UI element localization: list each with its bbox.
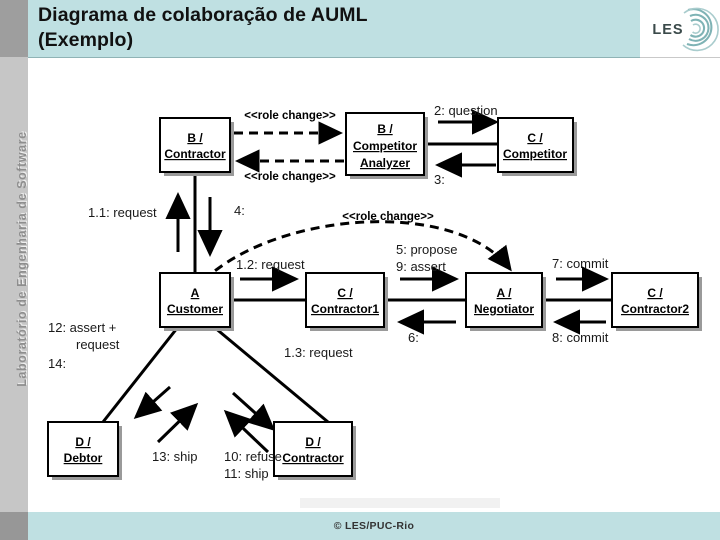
- message-label-2: 2: question: [434, 103, 498, 118]
- node-b-contractor-line1: B /: [187, 131, 203, 145]
- node-b-competitor-line2: Competitor: [353, 139, 417, 153]
- node-c-contractor1[interactable]: C / Contractor1: [305, 272, 388, 331]
- node-c-contractor2-line2: Contractor2: [621, 302, 689, 316]
- les-logo-graphic: LES: [652, 7, 719, 52]
- node-b-contractor-line2: Contractor: [164, 147, 226, 161]
- sidebar-bottom-block: [0, 512, 28, 540]
- node-c-contractor1-line1: C /: [337, 286, 353, 300]
- message-label-10: 8: commit: [552, 330, 609, 345]
- node-b-contractor[interactable]: B / Contractor: [159, 117, 234, 176]
- footer-copyright: © LES/PUC-Rio: [333, 520, 415, 532]
- message-label-11: 11: ship: [224, 466, 269, 481]
- sidebar-top-block: [0, 0, 28, 57]
- message-label-7: 9: assert: [396, 259, 446, 274]
- message-label-14: 14:: [48, 356, 66, 371]
- message-label-1-1: 1.1: request: [88, 205, 157, 220]
- message-label-12b: request: [76, 337, 120, 352]
- node-a-negotiator[interactable]: A / Negotiator: [465, 272, 546, 331]
- node-a-customer[interactable]: A Customer: [159, 272, 234, 331]
- node-b-competitor-analyzer[interactable]: B / Competitor Analyzer: [345, 112, 428, 179]
- les-logo-text: LES: [652, 22, 683, 38]
- node-c-competitor-line1: C /: [527, 131, 543, 145]
- message-label-8: 10: refuse: [224, 449, 282, 464]
- footer-bar: © LES/PUC-Rio: [28, 512, 720, 540]
- node-d-debtor-line1: D /: [75, 435, 91, 449]
- node-c-contractor2[interactable]: C / Contractor2: [611, 272, 702, 331]
- node-c-contractor1-line2: Contractor1: [311, 302, 379, 316]
- message-label-1-3: 1.3: request: [284, 345, 353, 360]
- node-a-negotiator-line1: A /: [497, 286, 513, 300]
- node-d-contractor-line1: D /: [305, 435, 321, 449]
- message-label-6: 6:: [408, 330, 419, 345]
- message-label-13: 13: ship: [152, 449, 198, 464]
- stereotype-role-change-arc: <<role change>>: [342, 211, 434, 223]
- link-acustomer-dcontractor: [213, 325, 329, 424]
- node-d-debtor[interactable]: D / Debtor: [47, 421, 122, 480]
- message-label-4: 4:: [234, 203, 245, 218]
- node-c-competitor-line2: Competitor: [503, 147, 567, 161]
- node-d-debtor-line2: Debtor: [64, 451, 103, 465]
- footer-divider: [300, 498, 500, 508]
- slide-canvas: Laboratório de Engenharia de Software Di…: [0, 0, 720, 540]
- diagram-nodes: B / Contractor B / Competitor Analyzer C…: [47, 112, 702, 480]
- message-label-12a: 12: assert +: [48, 320, 116, 335]
- collaboration-diagram: B / Contractor B / Competitor Analyzer C…: [28, 57, 720, 512]
- page-title-line1: Diagrama de colaboração de AUML: [38, 4, 368, 26]
- arrow-13-ship: [156, 402, 199, 444]
- node-a-negotiator-line2: Negotiator: [474, 302, 534, 316]
- les-logo: LES: [640, 0, 720, 58]
- header-bar: Diagrama de colaboração de AUML (Exemplo…: [28, 0, 640, 58]
- node-d-contractor-line2: Contractor: [282, 451, 344, 465]
- node-a-customer-line2: Customer: [167, 302, 223, 316]
- node-b-competitor-line3: Analyzer: [360, 156, 410, 170]
- node-a-customer-line1: A: [191, 286, 200, 300]
- page-title: Diagrama de colaboração de AUML (Exemplo…: [38, 3, 628, 53]
- arrow-12-14: [133, 385, 171, 419]
- node-c-competitor[interactable]: C / Competitor: [497, 117, 577, 176]
- message-label-1-2: 1.2: request: [236, 257, 305, 272]
- message-label-5: 5: propose: [396, 242, 457, 257]
- stereotype-role-change-top: <<role change>>: [244, 110, 336, 122]
- message-label-3: 3:: [434, 172, 445, 187]
- stereotype-role-change-bottom: <<role change>>: [244, 171, 336, 183]
- node-b-competitor-line1: B /: [377, 122, 393, 136]
- page-title-line2: (Exemplo): [38, 29, 134, 51]
- message-label-9: 7: commit: [552, 256, 609, 271]
- node-c-contractor2-line1: C /: [647, 286, 663, 300]
- diagram-svg: B / Contractor B / Competitor Analyzer C…: [47, 103, 702, 481]
- node-d-contractor[interactable]: D / Contractor: [273, 421, 356, 480]
